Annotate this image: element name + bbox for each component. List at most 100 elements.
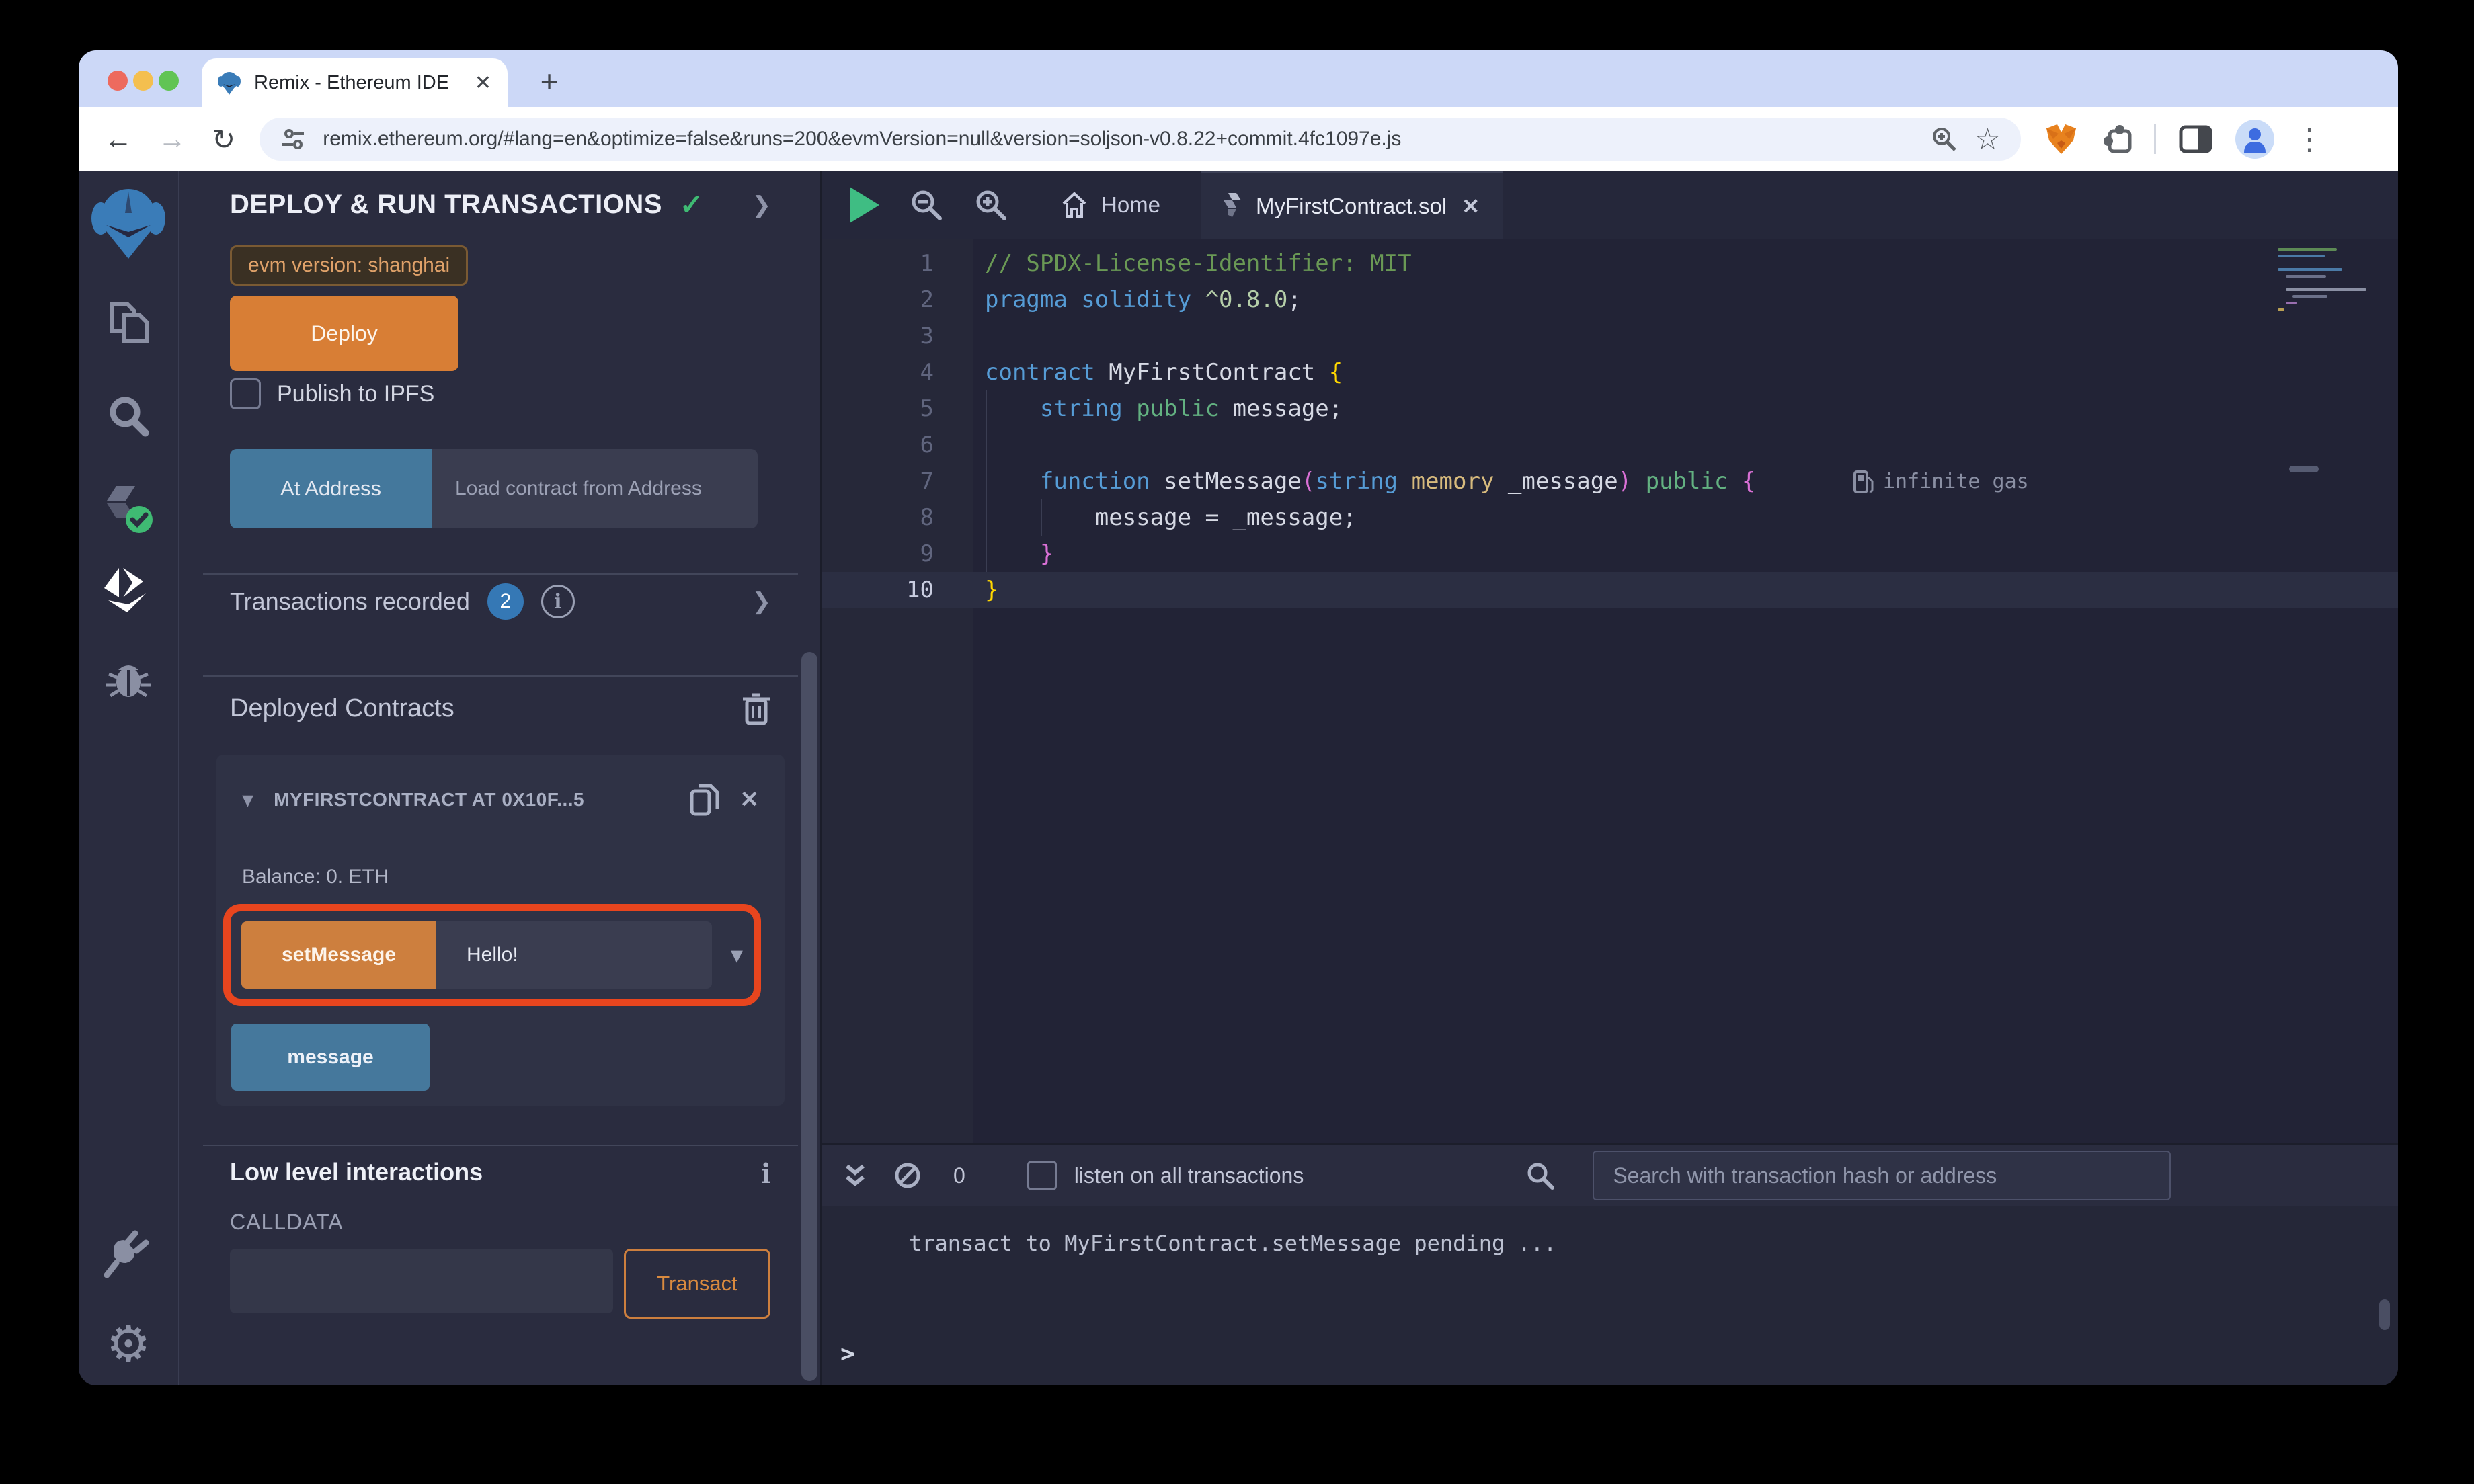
calldata-input[interactable] — [230, 1249, 613, 1313]
at-address-group: At Address Load contract from Address — [230, 449, 758, 528]
panel-scrollbar[interactable] — [801, 652, 817, 1381]
code-line-2[interactable]: 2 pragma solidity ^0.8.0; — [822, 282, 2398, 318]
toolbar-separator — [2154, 124, 2157, 154]
window-minimize-button[interactable] — [133, 71, 153, 91]
editor-tab-bar: Home MyFirstContract.sol ✕ — [822, 171, 2398, 239]
line-text: } — [973, 572, 2398, 608]
site-settings-icon[interactable] — [280, 126, 307, 153]
code-line-9[interactable]: 9 } — [822, 536, 2398, 572]
line-number: 5 — [822, 390, 973, 427]
transactions-expand-icon[interactable]: ❯ — [752, 588, 772, 615]
contract-header[interactable]: ▾ MYFIRSTCONTRACT AT 0X10F...5 ✕ — [242, 782, 759, 818]
browser-tab[interactable]: Remix - Ethereum IDE ✕ — [202, 58, 508, 107]
set-message-input[interactable]: Hello! — [436, 921, 712, 989]
collapse-terminal-icon[interactable] — [842, 1161, 869, 1190]
side-panel-icon[interactable] — [2179, 125, 2212, 153]
code-line-5[interactable]: 5 string public message; — [822, 390, 2398, 427]
divider — [203, 1145, 798, 1146]
reload-icon[interactable]: ↻ — [212, 123, 235, 156]
line-number: 3 — [822, 318, 973, 354]
browser-window: Remix - Ethereum IDE ✕ + ← → ↻ remix.eth… — [79, 50, 2398, 1385]
code-line-6[interactable]: 6 — [822, 427, 2398, 463]
clear-console-icon[interactable] — [893, 1161, 922, 1190]
deploy-run-panel: DEPLOY & RUN TRANSACTIONS ✓ ❯ evm versio… — [179, 171, 820, 1385]
contract-collapse-icon[interactable]: ▾ — [242, 786, 253, 813]
divider — [203, 573, 798, 575]
url-text[interactable]: remix.ethereum.org/#lang=en&optimize=fal… — [323, 128, 1914, 151]
forward-icon[interactable]: → — [158, 123, 186, 155]
evm-version-badge: evm version: shanghai — [230, 245, 469, 286]
gas-estimate-annotation: infinite gas — [1853, 463, 2029, 499]
code-line-8[interactable]: 8 message = _message; — [822, 499, 2398, 536]
browser-toolbar: ← → ↻ remix.ethereum.org/#lang=en&optimi… — [79, 107, 2398, 171]
minimap[interactable] — [2272, 244, 2370, 378]
line-number: 9 — [822, 536, 973, 572]
remix-logo-icon[interactable] — [79, 183, 178, 261]
copy-address-icon[interactable] — [689, 782, 720, 818]
publish-ipfs-checkbox[interactable] — [230, 378, 261, 409]
zoom-page-icon[interactable] — [1930, 125, 1958, 153]
tab-file-close-icon[interactable]: ✕ — [1462, 194, 1480, 219]
new-tab-button[interactable]: + — [528, 60, 571, 103]
code-line-10[interactable]: 10} — [822, 572, 2398, 608]
transactions-recorded-label: Transactions recorded — [230, 587, 470, 615]
transactions-info-icon[interactable]: i — [541, 585, 575, 618]
tab-close-icon[interactable]: ✕ — [475, 71, 491, 95]
zoom-out-icon[interactable] — [909, 188, 944, 222]
contract-remove-icon[interactable]: ✕ — [740, 786, 760, 813]
terminal-prompt[interactable]: > — [840, 1340, 855, 1368]
icon-rail: ⚙ — [79, 171, 179, 1385]
deploy-button[interactable]: Deploy — [230, 296, 458, 371]
window-zoom-button[interactable] — [159, 71, 179, 91]
low-level-info-icon[interactable]: i — [761, 1158, 771, 1190]
browser-menu-icon[interactable]: ⋮ — [2295, 122, 2324, 157]
code-line-1[interactable]: 1 // SPDX-License-Identifier: MIT — [822, 245, 2398, 282]
terminal-log[interactable]: transact to MyFirstContract.setMessage p… — [822, 1206, 2398, 1385]
plugin-manager-icon[interactable] — [79, 1228, 178, 1279]
zoom-in-icon[interactable] — [973, 188, 1008, 222]
transactions-count-badge: 2 — [487, 583, 524, 620]
window-close-button[interactable] — [108, 71, 128, 91]
debugger-icon[interactable] — [79, 657, 178, 701]
browser-tab-strip: Remix - Ethereum IDE ✕ + — [79, 50, 2398, 107]
code-line-3[interactable]: 3 — [822, 318, 2398, 354]
line-text: pragma solidity ^0.8.0; — [985, 286, 1302, 313]
code-lines: 1 // SPDX-License-Identifier: MIT 2 pragma … — [822, 245, 2398, 608]
listen-checkbox[interactable] — [1027, 1161, 1057, 1190]
at-address-input[interactable]: Load contract from Address — [432, 449, 758, 528]
line-text: function setMessage(string memory _messa… — [1039, 468, 1756, 495]
solidity-compiler-icon[interactable] — [79, 482, 178, 538]
editor-scrollbar[interactable] — [2289, 466, 2319, 472]
listen-label: listen on all transactions — [1074, 1163, 1304, 1188]
set-message-button[interactable]: setMessage — [241, 921, 436, 989]
message-button[interactable]: message — [231, 1024, 430, 1091]
code-editor[interactable]: 1 // SPDX-License-Identifier: MIT 2 pragma … — [822, 239, 2398, 1143]
indent-guide — [986, 390, 987, 572]
terminal-scrollbar[interactable] — [2379, 1299, 2390, 1330]
back-icon[interactable]: ← — [104, 123, 132, 155]
metamask-icon[interactable] — [2044, 123, 2079, 155]
trash-icon[interactable] — [742, 691, 771, 726]
tab-myfirstcontract[interactable]: MyFirstContract.sol ✕ — [1201, 171, 1503, 239]
extensions-puzzle-icon[interactable] — [2102, 123, 2134, 155]
transact-button[interactable]: Transact — [624, 1249, 770, 1319]
panel-expand-icon[interactable]: ❯ — [752, 192, 772, 218]
file-explorer-icon[interactable] — [79, 299, 178, 346]
settings-gear-icon[interactable]: ⚙ — [79, 1315, 178, 1373]
main-area: Home MyFirstContract.sol ✕ 1 // SPDX-Lice… — [820, 171, 2398, 1385]
tab-home[interactable]: Home — [1046, 171, 1174, 239]
gas-pump-icon — [1853, 470, 1874, 493]
at-address-button[interactable]: At Address — [230, 449, 432, 528]
run-script-icon[interactable] — [850, 187, 879, 223]
bookmark-star-icon[interactable]: ☆ — [1974, 122, 2001, 157]
deploy-run-icon[interactable] — [79, 567, 178, 614]
address-bar[interactable]: remix.ethereum.org/#lang=en&optimize=fal… — [260, 118, 2022, 161]
code-line-4[interactable]: 4 contract MyFirstContract { — [822, 354, 2398, 390]
terminal-search-input[interactable]: Search with transaction hash or address — [1593, 1151, 2171, 1200]
profile-avatar[interactable] — [2235, 120, 2275, 159]
code-line-7[interactable]: 7 function setMessage(string memory _mes… — [822, 463, 2398, 499]
pending-tx-count: 0 — [953, 1163, 965, 1188]
set-message-expand-icon[interactable]: ▾ — [731, 941, 743, 969]
search-icon[interactable] — [79, 395, 178, 439]
line-text — [973, 427, 2398, 463]
